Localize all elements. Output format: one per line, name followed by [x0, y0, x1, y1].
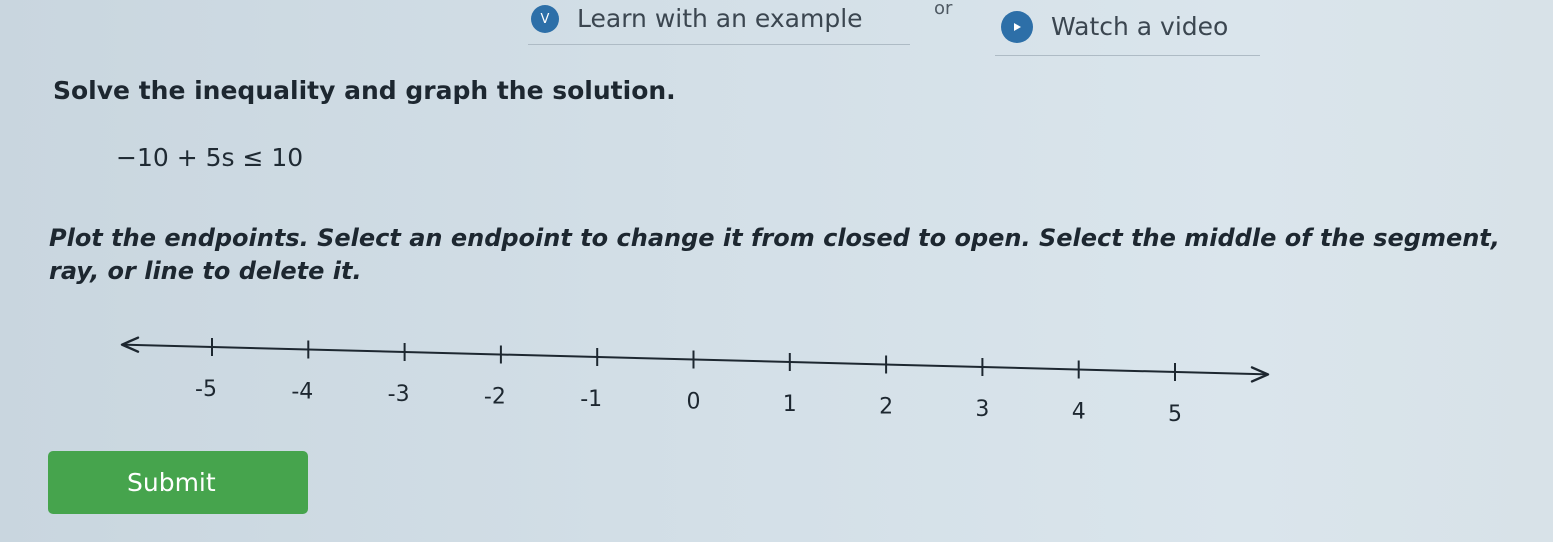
- tick-label: 2: [879, 395, 893, 420]
- tick-label: 0: [687, 390, 701, 415]
- tick-label: -1: [580, 387, 602, 412]
- number-line-axis[interactable]: [121, 343, 1269, 376]
- tick-label: 5: [1168, 402, 1182, 427]
- number-line-layer: -5 -4 -3 -2 -1 0 1 2 3 4 5: [120, 336, 1270, 427]
- tick-label: 3: [975, 397, 989, 422]
- tick-label: 1: [783, 392, 797, 417]
- tick-label: -4: [291, 380, 313, 405]
- submit-button[interactable]: Submit: [48, 451, 308, 514]
- tick-label: 4: [1072, 400, 1086, 425]
- tick-label: -3: [388, 382, 410, 407]
- tick-label: -5: [195, 377, 217, 402]
- tick-label: -2: [484, 385, 506, 410]
